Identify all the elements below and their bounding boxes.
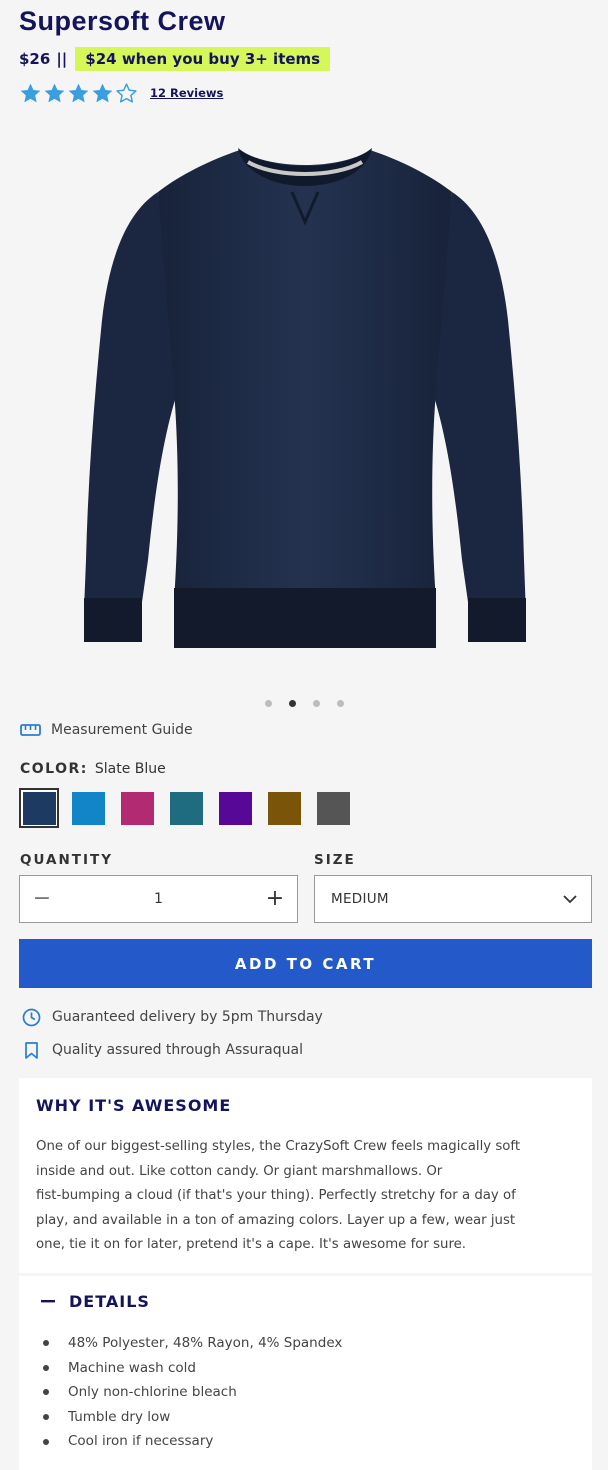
color-swatch-5[interactable] (215, 788, 255, 828)
star-filled-icon (44, 83, 65, 102)
quantity-increase-button[interactable]: + (265, 888, 285, 910)
bullet-icon (43, 1389, 49, 1396)
color-selector-label: COLOR: Slate Blue (20, 761, 166, 777)
color-swatch-6[interactable] (264, 788, 304, 828)
gallery-dot-2[interactable] (288, 700, 296, 707)
color-value: Slate Blue (94, 761, 166, 777)
price-separator: || (56, 50, 68, 68)
details-item-text: Tumble dry low (68, 1408, 171, 1425)
quantity-value[interactable]: 1 (154, 891, 163, 907)
bullet-icon (43, 1414, 49, 1421)
quality-info: Quality assured through Assuraqual (22, 1039, 303, 1061)
quantity-stepper: − 1 + (19, 875, 298, 923)
delivery-info: Guaranteed delivery by 5pm Thursday (22, 1006, 323, 1028)
bullet-icon (43, 1364, 49, 1371)
details-list-item: Only non-chlorine bleach (43, 1380, 342, 1405)
price-row: $26 || $24 when you buy 3+ items (19, 45, 331, 73)
bullet-icon (43, 1438, 49, 1445)
description-line: inside and out. Like cotton candy. Or gi… (36, 1163, 443, 1179)
details-list-item: Machine wash cold (43, 1356, 342, 1381)
add-to-cart-button[interactable]: ADD TO CART (19, 939, 592, 988)
details-title: DETAILS (69, 1292, 150, 1311)
price: $26 (19, 50, 51, 68)
details-item-text: Machine wash cold (68, 1359, 196, 1376)
details-item-text: Only non-chlorine bleach (68, 1384, 237, 1401)
gallery-dot-3[interactable] (312, 700, 320, 707)
details-section: DETAILS 48% Polyester, 48% Rayon, 4% Spa… (19, 1276, 592, 1470)
color-swatch-2[interactable] (68, 788, 108, 828)
description-line: fist-bumping a cloud (if that's your thi… (36, 1188, 516, 1204)
color-swatches (19, 788, 362, 828)
sweatshirt-image[interactable] (70, 140, 540, 650)
quantity-label: QUANTITY (20, 852, 113, 868)
star-empty-icon (116, 82, 137, 103)
description-line: one, tie it on for later, pretend it's a… (36, 1237, 467, 1253)
color-swatch-fill (169, 791, 203, 825)
why-awesome-title: WHY IT'S AWESOME (36, 1096, 232, 1115)
bookmark-icon (25, 1041, 38, 1059)
measurement-guide-label: Measurement Guide (51, 722, 193, 738)
description-line: One of our biggest-selling styles, the C… (36, 1139, 521, 1154)
color-swatch-fill (120, 791, 154, 825)
star-filled-icon (68, 83, 89, 102)
color-swatch-3[interactable] (117, 788, 157, 828)
color-swatch-fill (218, 791, 252, 825)
details-list: 48% Polyester, 48% Rayon, 4% Spandex Mach… (43, 1331, 342, 1454)
delivery-text: Guaranteed delivery by 5pm Thursday (52, 1009, 323, 1025)
bullet-icon (43, 1340, 49, 1347)
gallery-dot-1[interactable] (264, 700, 272, 707)
color-swatch-7[interactable] (313, 788, 353, 828)
size-select[interactable]: MEDIUM (314, 875, 592, 923)
color-swatch-fill (71, 791, 105, 825)
size-label: SIZE (314, 852, 356, 868)
color-swatch-4[interactable] (166, 788, 206, 828)
quality-text: Quality assured through Assuraqual (52, 1042, 303, 1058)
ruler-icon (20, 724, 41, 736)
quantity-decrease-button[interactable]: − (32, 888, 52, 910)
bulk-promo-badge: $24 when you buy 3+ items (75, 47, 331, 71)
gallery-pagination (0, 700, 608, 707)
description-line: play, and available in a ton of amazing … (36, 1212, 516, 1228)
details-list-item: Tumble dry low (43, 1405, 342, 1430)
details-list-item: Cool iron if necessary (43, 1429, 342, 1454)
star-filled-icon (92, 83, 113, 102)
star-rating (19, 82, 139, 105)
color-swatch-1[interactable] (19, 788, 59, 828)
rating-row: 12 Reviews (19, 81, 223, 105)
star-filled-icon (20, 83, 41, 102)
details-list-item: 48% Polyester, 48% Rayon, 4% Spandex (43, 1331, 342, 1356)
chevron-down-icon (563, 894, 577, 903)
color-swatch-fill (22, 791, 56, 825)
details-item-text: Cool iron if necessary (68, 1433, 214, 1450)
color-label: COLOR: (20, 761, 88, 777)
details-item-text: 48% Polyester, 48% Rayon, 4% Spandex (68, 1335, 343, 1351)
minus-icon (41, 1300, 55, 1303)
reviews-link[interactable]: 12 Reviews (150, 86, 223, 100)
color-swatch-fill (316, 791, 350, 825)
size-value: MEDIUM (331, 891, 389, 907)
measurement-guide-link[interactable]: Measurement Guide (20, 720, 193, 740)
color-swatch-fill (267, 791, 301, 825)
clock-icon (22, 1008, 41, 1026)
gallery-dot-4[interactable] (336, 700, 344, 707)
why-awesome-section: WHY IT'S AWESOME One of our biggest-sell… (19, 1078, 592, 1273)
details-toggle[interactable]: DETAILS (41, 1292, 150, 1311)
product-title: Supersoft Crew (19, 6, 226, 36)
why-awesome-description: One of our biggest-selling styles, the C… (36, 1135, 581, 1258)
